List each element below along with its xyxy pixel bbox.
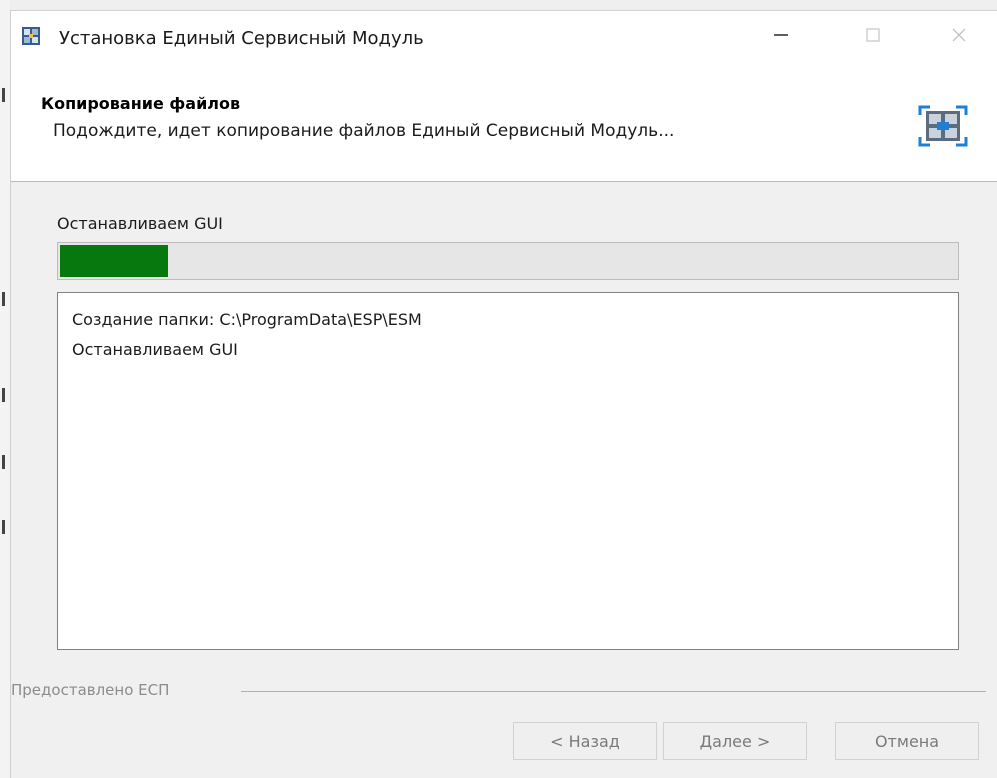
- installer-window: Установка Единый Сервисный Модуль Копиро…: [10, 10, 997, 778]
- minimize-icon: [774, 34, 788, 36]
- log-list[interactable]: Создание папки: C:\ProgramData\ESP\ESM Ос…: [57, 292, 959, 650]
- provided-by-label: Предоставлено ЕСП: [11, 681, 178, 699]
- edge-mark: [2, 520, 5, 534]
- next-button[interactable]: Далее >: [663, 722, 807, 760]
- edge-mark: [2, 455, 5, 469]
- minimize-button[interactable]: [751, 11, 811, 59]
- edge-mark: [2, 388, 5, 402]
- log-line: Создание папки: C:\ProgramData\ESP\ESM: [72, 310, 422, 329]
- edge-mark: [2, 292, 5, 306]
- page-title: Копирование файлов: [41, 94, 241, 113]
- edge-mark: [2, 88, 5, 102]
- log-line: Останавливаем GUI: [72, 340, 238, 359]
- window-title: Установка Единый Сервисный Модуль: [59, 28, 424, 49]
- divider: [241, 691, 986, 692]
- provided-by-row: Предоставлено ЕСП: [11, 681, 997, 701]
- installer-app-icon: [21, 26, 41, 46]
- close-button[interactable]: [929, 11, 989, 59]
- background-window-edge-left: [0, 0, 10, 778]
- page-subtitle: Подождите, идет копирование файлов Едины…: [53, 121, 675, 141]
- title-bar[interactable]: Установка Единый Сервисный Модуль: [11, 11, 997, 71]
- maximize-icon: [866, 28, 880, 42]
- cancel-button[interactable]: Отмена: [835, 722, 979, 760]
- esm-brand-icon: [916, 101, 970, 151]
- progress-status-label: Останавливаем GUI: [57, 214, 223, 233]
- back-button[interactable]: < Назад: [513, 722, 657, 760]
- progress-fill: [60, 245, 168, 277]
- close-icon: [952, 28, 966, 42]
- progress-bar: [57, 242, 959, 280]
- header-panel: Копирование файлов Подождите, идет копир…: [11, 71, 997, 182]
- maximize-button[interactable]: [843, 11, 903, 59]
